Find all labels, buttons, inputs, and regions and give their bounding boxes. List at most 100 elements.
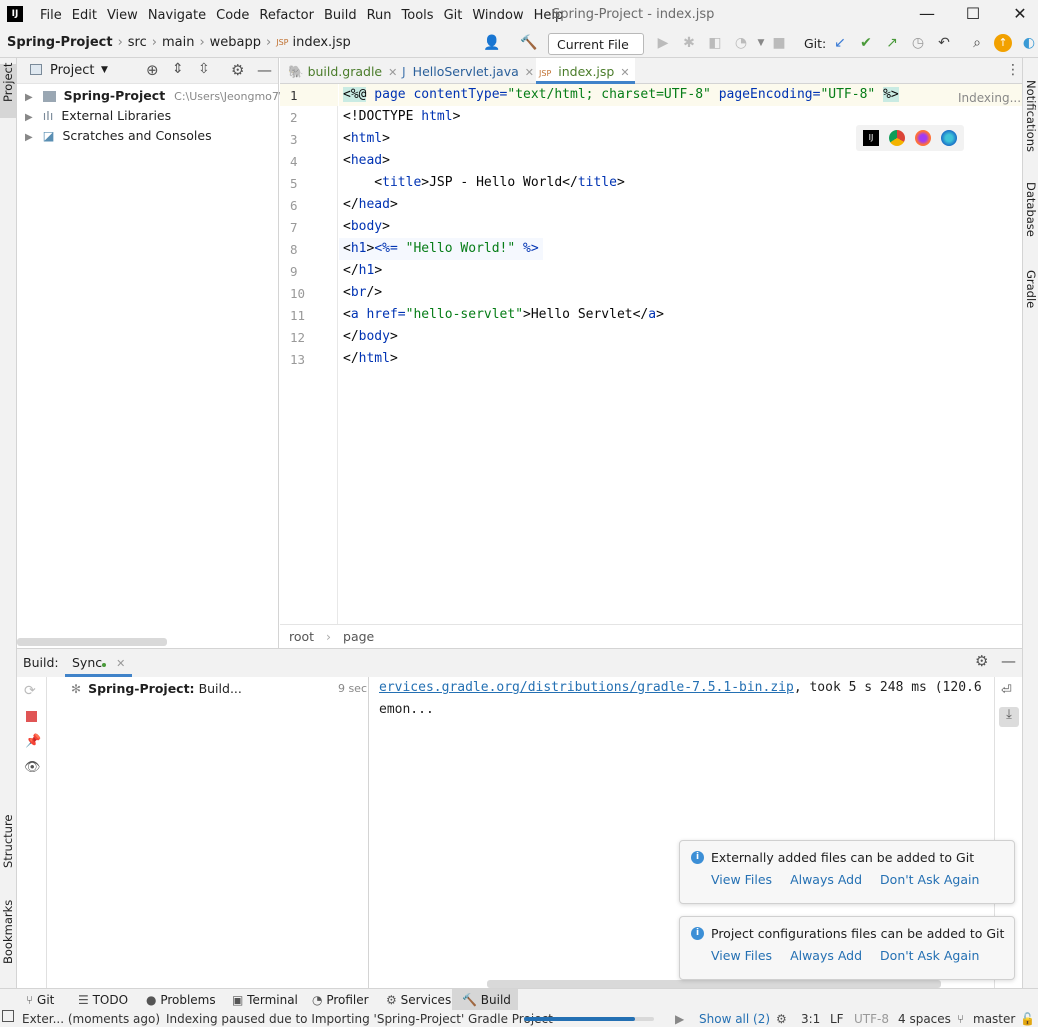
code-line-3[interactable]: <html> bbox=[343, 131, 390, 146]
always-add-link[interactable]: Always Add bbox=[790, 948, 862, 963]
hide-panel-icon[interactable]: — bbox=[257, 61, 272, 79]
settings-gear-icon[interactable]: ⚙ bbox=[231, 61, 244, 79]
tool-windows-icon[interactable] bbox=[2, 1010, 14, 1022]
tool-tab-profiler[interactable]: ◔ Profiler bbox=[312, 989, 369, 1011]
code-line-13[interactable]: </html> bbox=[343, 351, 398, 366]
settings-gear-icon[interactable]: ⚙ bbox=[975, 652, 988, 670]
close-tab-icon[interactable]: ✕ bbox=[525, 66, 534, 79]
view-files-link[interactable]: View Files bbox=[711, 872, 772, 887]
tree-item-scratches[interactable]: ▶ ◪ Scratches and Consoles bbox=[25, 128, 212, 143]
git-push-icon[interactable]: ↗ bbox=[883, 34, 901, 52]
more-tabs-icon[interactable]: ⋮ bbox=[1006, 62, 1020, 78]
indexing-status[interactable]: Indexing paused due to Importing 'Spring… bbox=[166, 1012, 553, 1026]
lock-icon[interactable]: 🔓 bbox=[1020, 1012, 1035, 1026]
git-branch[interactable]: master bbox=[973, 1012, 1015, 1026]
tool-tab-services[interactable]: ⚙ Services bbox=[386, 989, 451, 1011]
run-icon[interactable]: ▶ bbox=[654, 34, 672, 52]
always-add-link[interactable]: Always Add bbox=[790, 872, 862, 887]
background-tasks-icon[interactable]: ⚙ bbox=[776, 1012, 787, 1026]
breadcrumb-page[interactable]: page bbox=[343, 629, 374, 644]
code-with-me-icon[interactable]: ◐ bbox=[1020, 34, 1038, 52]
indent-setting[interactable]: 4 spaces bbox=[898, 1012, 951, 1026]
menu-run[interactable]: Run bbox=[367, 8, 392, 23]
close-tab-icon[interactable]: ✕ bbox=[620, 66, 629, 79]
view-files-link[interactable]: View Files bbox=[711, 948, 772, 963]
debug-icon[interactable]: ✱ bbox=[680, 34, 698, 52]
pin-icon[interactable]: 📌 bbox=[25, 734, 41, 749]
tree-item-external-libraries[interactable]: ▶ ıIı External Libraries bbox=[25, 108, 171, 123]
database-tool-tab[interactable]: Database bbox=[1024, 182, 1038, 237]
stop-icon[interactable]: ■ bbox=[770, 34, 788, 52]
code-line-11[interactable]: <a href="hello-servlet">Hello Servlet</a… bbox=[343, 307, 664, 322]
refresh-icon[interactable]: ⟳ bbox=[24, 683, 36, 699]
code-line-9[interactable]: </h1> bbox=[343, 263, 382, 278]
git-commit-icon[interactable]: ✔ bbox=[857, 34, 875, 52]
code-line-4[interactable]: <head> bbox=[343, 153, 390, 168]
dont-ask-again-link[interactable]: Don't Ask Again bbox=[880, 872, 979, 887]
code-line-2[interactable]: <!DOCTYPE html> bbox=[343, 109, 460, 124]
profile-icon[interactable]: ◔ bbox=[732, 34, 750, 52]
gradle-tool-tab[interactable]: Gradle bbox=[1024, 270, 1038, 308]
expand-arrow-icon[interactable]: ▶ bbox=[25, 112, 33, 123]
horizontal-scrollbar[interactable] bbox=[17, 638, 167, 646]
console-scrollbar[interactable] bbox=[487, 980, 941, 988]
coverage-icon[interactable]: ◧ bbox=[706, 34, 724, 52]
collapse-all-icon[interactable]: ⇳ bbox=[198, 61, 210, 77]
menu-edit[interactable]: Edit bbox=[72, 8, 97, 23]
more-run-icon[interactable]: ▼ bbox=[752, 34, 770, 52]
edge-icon[interactable] bbox=[941, 130, 957, 146]
tool-tab-build[interactable]: 🔨 Build bbox=[452, 989, 518, 1011]
expand-all-icon[interactable]: ⇕ bbox=[172, 61, 184, 77]
close-tab-icon[interactable]: ✕ bbox=[116, 657, 125, 670]
maximize-icon[interactable]: ☐ bbox=[963, 4, 983, 24]
code-line-10[interactable]: <br/> bbox=[343, 285, 382, 300]
minimize-icon[interactable]: — bbox=[917, 4, 937, 24]
breadcrumb-main[interactable]: main bbox=[162, 35, 194, 50]
code-line-8[interactable]: <h1><%= "Hello World!" %> bbox=[343, 241, 539, 256]
tool-tab-problems[interactable]: ● Problems bbox=[146, 989, 216, 1011]
structure-tool-tab[interactable]: Structure bbox=[1, 815, 15, 869]
caret-position[interactable]: 3:1 bbox=[801, 1012, 820, 1026]
project-panel-title[interactable]: Project bbox=[50, 63, 94, 78]
tab-sync[interactable]: Sync ✕ bbox=[65, 649, 133, 677]
ide-update-icon[interactable]: ↑ bbox=[994, 34, 1012, 52]
stop-icon[interactable] bbox=[26, 711, 37, 722]
code-line-12[interactable]: </body> bbox=[343, 329, 398, 344]
console-link[interactable]: ervices.gradle.org/distributions/gradle-… bbox=[379, 680, 794, 695]
expand-arrow-icon[interactable]: ▶ bbox=[25, 132, 33, 143]
breadcrumb-file[interactable]: index.jsp bbox=[292, 35, 350, 50]
dont-ask-again-link[interactable]: Don't Ask Again bbox=[880, 948, 979, 963]
code-line-1[interactable]: <%@ page contentType="text/html; charset… bbox=[343, 87, 899, 102]
chrome-icon[interactable] bbox=[889, 130, 905, 146]
scroll-to-end-icon[interactable]: ⤓ bbox=[999, 707, 1019, 727]
line-separator[interactable]: LF bbox=[830, 1012, 844, 1026]
git-history-icon[interactable]: ◷ bbox=[909, 34, 927, 52]
menu-tools[interactable]: Tools bbox=[402, 8, 434, 23]
search-icon[interactable]: ⌕ bbox=[968, 34, 986, 52]
bookmarks-tool-tab[interactable]: Bookmarks bbox=[1, 900, 15, 964]
code-line-5[interactable]: <title>JSP - Hello World</title> bbox=[343, 175, 625, 190]
status-message[interactable]: Exter... (moments ago) bbox=[22, 1012, 160, 1026]
show-all-link[interactable]: Show all (2) bbox=[699, 1012, 770, 1026]
close-icon[interactable]: ✕ bbox=[1010, 4, 1030, 24]
code-line-6[interactable]: </head> bbox=[343, 197, 398, 212]
resume-indexing-icon[interactable]: ▶ bbox=[675, 1012, 684, 1026]
breadcrumb-webapp[interactable]: webapp bbox=[210, 35, 261, 50]
soft-wrap-icon[interactable]: ⏎ bbox=[1001, 683, 1012, 698]
menu-git[interactable]: Git bbox=[444, 8, 463, 23]
intellij-browser-icon[interactable]: IJ bbox=[863, 130, 879, 146]
tool-tab-git[interactable]: ⑂ Git bbox=[26, 989, 54, 1011]
eye-icon[interactable]: 👁 bbox=[24, 760, 41, 775]
menu-file[interactable]: File bbox=[40, 8, 62, 23]
tool-tab-terminal[interactable]: ▣ Terminal bbox=[232, 989, 298, 1011]
tab-build-gradle[interactable]: 🐘 build.gradle ✕ bbox=[288, 58, 397, 84]
menu-code[interactable]: Code bbox=[216, 8, 249, 23]
menu-navigate[interactable]: Navigate bbox=[148, 8, 206, 23]
user-icon[interactable]: 👤 bbox=[480, 34, 504, 52]
breadcrumb-project[interactable]: Spring-Project bbox=[7, 35, 113, 50]
tree-item-project[interactable]: ▶ Spring-Project C:\Users\Jeongmo7\D bbox=[25, 88, 291, 103]
menu-window[interactable]: Window bbox=[472, 8, 523, 23]
code-line-7[interactable]: <body> bbox=[343, 219, 390, 234]
menu-refactor[interactable]: Refactor bbox=[259, 8, 314, 23]
notifications-tool-tab[interactable]: Notifications bbox=[1024, 80, 1038, 152]
